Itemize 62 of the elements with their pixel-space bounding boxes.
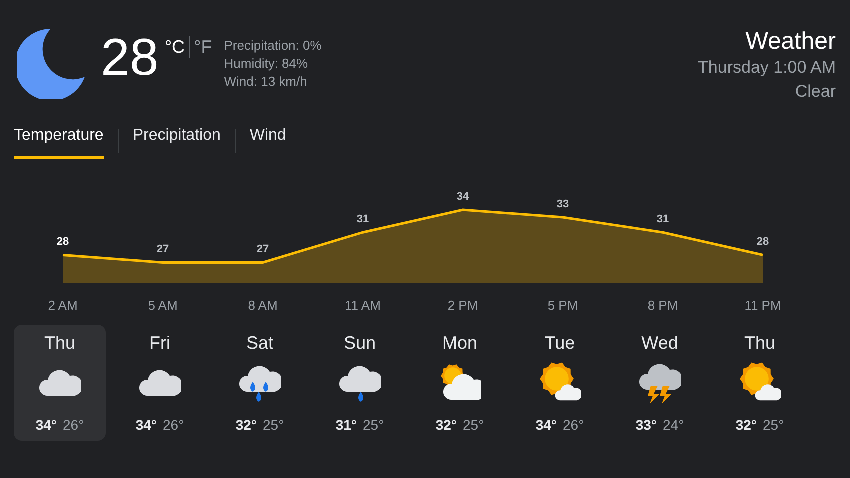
- high-temperature: 32°: [736, 416, 757, 435]
- weather-title: Weather: [746, 28, 836, 56]
- axis-label: 8 AM: [248, 298, 278, 313]
- axis-label: 8 PM: [648, 298, 678, 313]
- low-temperature: 26°: [63, 416, 84, 435]
- high-temperature: 32°: [236, 416, 257, 435]
- high-temperature: 33°: [636, 416, 657, 435]
- moon-icon: [17, 27, 87, 99]
- low-temperature: 25°: [463, 416, 484, 435]
- data-label: 31: [656, 214, 670, 226]
- axis-label: 5 PM: [548, 298, 578, 313]
- day-name: Tue: [544, 332, 576, 355]
- day-name: Sat: [246, 332, 274, 355]
- low-temperature: 25°: [363, 416, 384, 435]
- day-name: Wed: [642, 332, 678, 355]
- day-name: Mon: [442, 332, 478, 355]
- date-time: Thursday 1:00 AM: [698, 57, 836, 79]
- axis-label: 2 PM: [448, 298, 478, 313]
- high-temperature: 34°: [36, 416, 57, 435]
- data-label: 31: [356, 214, 370, 226]
- temperature-value: 28: [101, 28, 159, 89]
- day-card[interactable]: Wed 33° 24°: [614, 325, 706, 441]
- weather-detail: Humidity: 84%: [224, 55, 310, 73]
- data-label: 27: [256, 244, 270, 256]
- data-label: 27: [156, 244, 170, 256]
- high-temperature: 34°: [136, 416, 157, 435]
- low-temperature: 25°: [263, 416, 284, 435]
- data-label: 28: [56, 236, 70, 248]
- low-temperature: 24°: [663, 416, 684, 435]
- day-card[interactable]: Thu 32° 25°: [714, 325, 806, 441]
- day-card[interactable]: Sun 31° 25°: [314, 325, 406, 441]
- day-card[interactable]: Tue 34° 26°: [514, 325, 606, 441]
- day-card[interactable]: Thu 34° 26°: [14, 325, 106, 441]
- storm-cloud-icon: [639, 362, 681, 406]
- low-temperature: 26°: [563, 416, 584, 435]
- low-temperature: 26°: [163, 416, 184, 435]
- tab[interactable]: Wind: [250, 122, 286, 159]
- unit-toggle[interactable]: °F: [194, 36, 212, 58]
- high-temperature: 34°: [536, 416, 557, 435]
- day-card[interactable]: Mon 32° 25°: [414, 325, 506, 441]
- data-label: 34: [456, 191, 470, 203]
- unit-toggle[interactable]: °C: [164, 36, 186, 58]
- axis-label: 2 AM: [48, 298, 78, 313]
- axis-label: 11 AM: [345, 298, 381, 313]
- weather-detail: Wind: 13 km/h: [224, 73, 308, 91]
- day-card[interactable]: Sat 32° 25°: [214, 325, 306, 441]
- axis-label: 11 PM: [744, 298, 782, 313]
- low-temperature: 25°: [763, 416, 784, 435]
- tab[interactable]: Temperature: [14, 122, 104, 159]
- data-label: 33: [556, 198, 570, 210]
- weather-detail: Precipitation: 0%: [224, 37, 322, 55]
- day-name: Sun: [344, 332, 376, 355]
- axis-label: 5 AM: [148, 298, 178, 313]
- high-temperature: 31°: [336, 416, 357, 435]
- tab[interactable]: Precipitation: [132, 122, 221, 159]
- high-temperature: 32°: [436, 416, 457, 435]
- day-card[interactable]: Fri 34° 26°: [114, 325, 206, 441]
- data-label: 28: [756, 236, 770, 248]
- condition-label: Clear: [795, 81, 836, 103]
- day-name: Thu: [744, 332, 776, 355]
- day-name: Fri: [150, 332, 170, 355]
- day-name: Thu: [44, 332, 76, 355]
